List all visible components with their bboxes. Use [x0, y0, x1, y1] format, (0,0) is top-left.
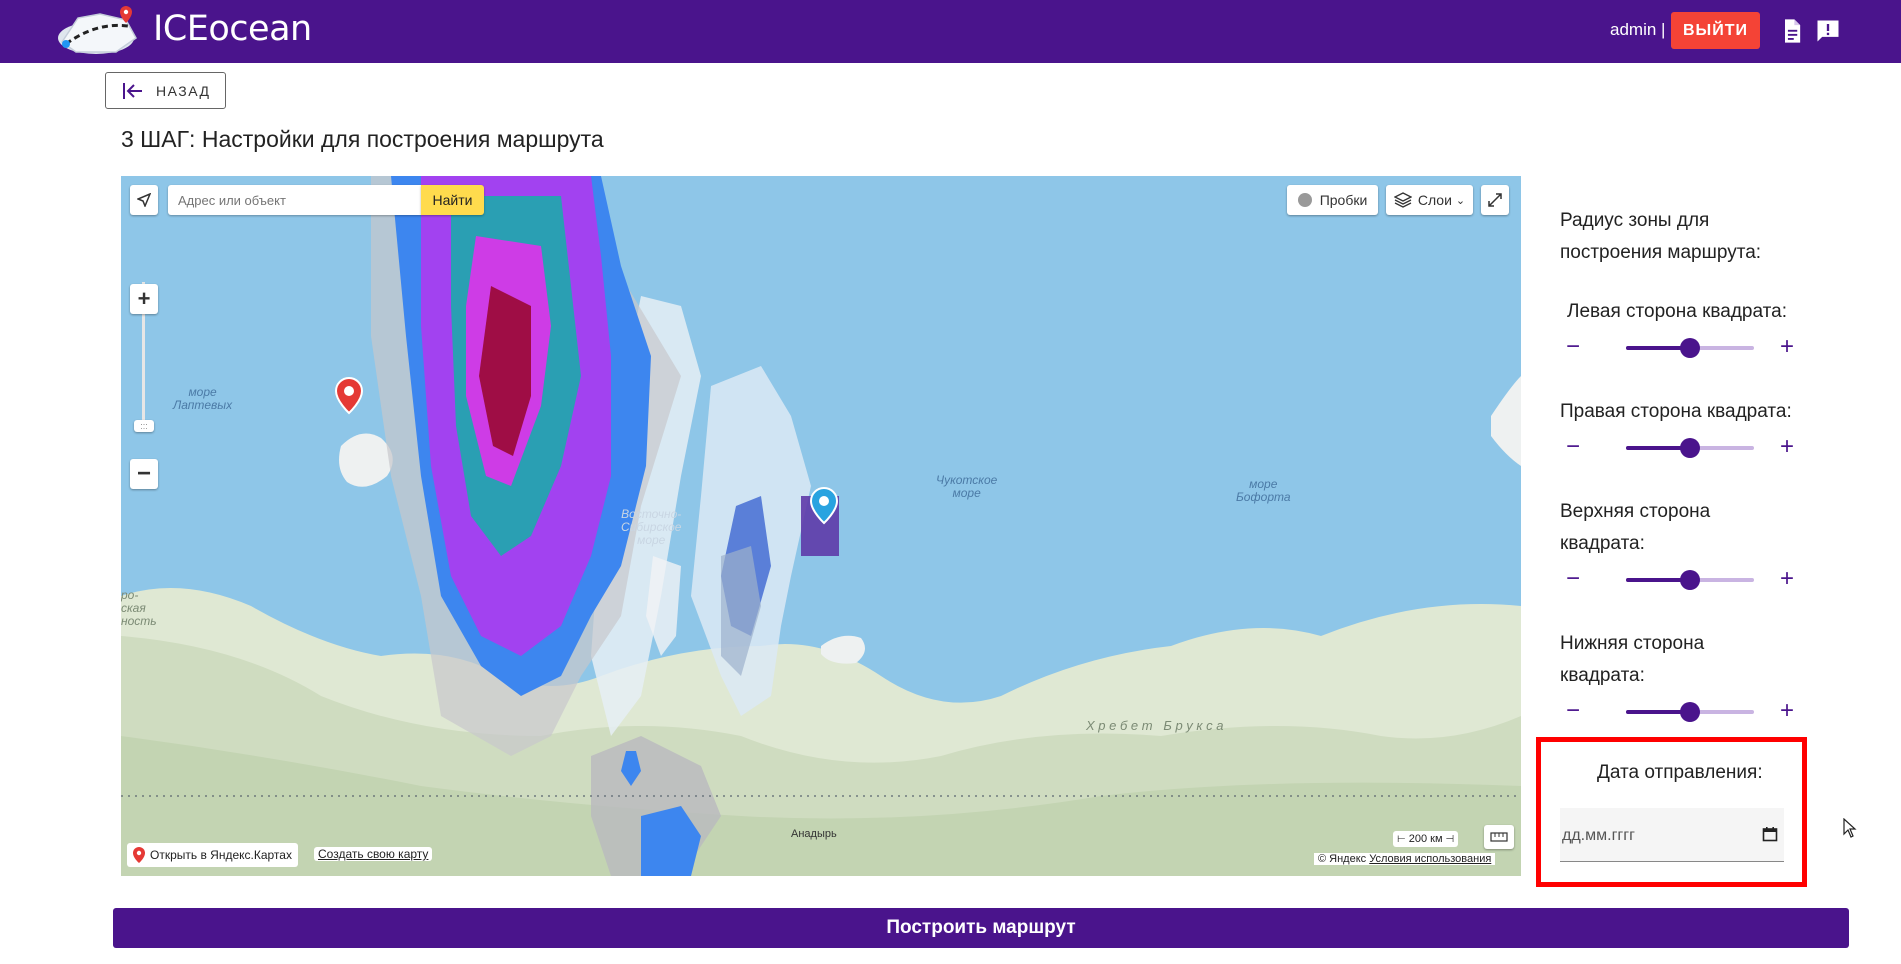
- top-side-increase-button[interactable]: +: [1774, 567, 1800, 593]
- username-label: admin |: [1610, 20, 1666, 39]
- right-side-label: Правая сторона квадрата:: [1560, 401, 1792, 422]
- build-route-button[interactable]: Построить маршрут: [113, 908, 1849, 948]
- scale-label: 200 км: [1408, 833, 1443, 845]
- left-side-increase-button[interactable]: +: [1774, 335, 1800, 361]
- bottom-side-label: Нижняя сторона квадрата:: [1560, 633, 1705, 686]
- map-label-chukchi: Чукотское море: [936, 473, 998, 500]
- left-side-slider[interactable]: − +: [1560, 333, 1810, 363]
- departure-date-label: Дата отправления:: [1597, 762, 1763, 783]
- copyright-label: © Яндекс: [1318, 853, 1367, 865]
- departure-date-input[interactable]: дд.мм.гггг: [1560, 808, 1784, 862]
- page-title: 3 ШАГ: Настройки для построения маршрута: [121, 126, 604, 152]
- open-in-yandex-label: Открыть в Яндекс.Картах: [150, 848, 292, 862]
- traffic-label: Пробки: [1319, 192, 1368, 208]
- map-label-east-siberian: Восточно- Сибирское море: [621, 507, 682, 547]
- layers-icon: [1393, 192, 1412, 208]
- left-side-thumb[interactable]: [1680, 338, 1700, 358]
- map-pin-icon: [133, 847, 145, 863]
- left-side-track[interactable]: [1626, 338, 1754, 358]
- top-side-decrease-button[interactable]: −: [1560, 567, 1586, 593]
- layers-label: Слои: [1417, 192, 1452, 208]
- geolocation-button[interactable]: [130, 185, 158, 215]
- zoom-out-button[interactable]: −: [130, 459, 158, 489]
- right-side-increase-button[interactable]: +: [1774, 435, 1800, 461]
- map-copyright: © Яндекс Условия использования: [1314, 853, 1496, 865]
- top-side-track[interactable]: [1626, 570, 1754, 590]
- feedback-icon[interactable]: [1814, 17, 1842, 45]
- map-canvas[interactable]: [121, 176, 1521, 876]
- layers-button[interactable]: Слои ⌄: [1386, 185, 1473, 215]
- map-label-left-edge: ро- ская ность: [121, 588, 157, 628]
- traffic-icon: [1297, 193, 1312, 207]
- zoom-in-button[interactable]: +: [130, 284, 158, 314]
- logout-button[interactable]: ВЫЙТИ: [1671, 12, 1760, 49]
- top-side-thumb[interactable]: [1680, 570, 1700, 590]
- geolocation-arrow-icon: [137, 193, 151, 207]
- map-label-anadyr: Анадырь: [791, 828, 837, 840]
- fullscreen-icon: [1488, 193, 1502, 207]
- map-search-input[interactable]: [168, 185, 421, 215]
- bottom-side-decrease-button[interactable]: −: [1560, 699, 1586, 725]
- map-label-beaufort: море Бофорта: [1236, 477, 1291, 504]
- right-side-decrease-button[interactable]: −: [1560, 435, 1586, 461]
- top-side-label: Верхняя сторона квадрата:: [1560, 501, 1711, 554]
- date-placeholder: дд.мм.гггг: [1562, 827, 1635, 844]
- zoom-slider-handle[interactable]: :::: [134, 420, 154, 432]
- arrow-back-icon: [123, 82, 142, 99]
- logo-icon[interactable]: [56, 4, 142, 58]
- bottom-side-thumb[interactable]: [1680, 702, 1700, 722]
- ruler-icon: [1490, 832, 1508, 842]
- terms-link[interactable]: Условия использования: [1369, 853, 1491, 865]
- scale-bar-right: ⊣: [1445, 833, 1455, 845]
- bottom-side-increase-button[interactable]: +: [1774, 699, 1800, 725]
- map-label-laptev: море Лаптевых: [173, 385, 233, 412]
- left-side-label: Левая сторона квадрата:: [1567, 301, 1787, 322]
- map-find-button[interactable]: Найти: [421, 185, 484, 215]
- right-side-thumb[interactable]: [1680, 438, 1700, 458]
- back-label: НАЗАД: [156, 82, 211, 99]
- app-title: ICEocean: [153, 9, 312, 49]
- bottom-side-track[interactable]: [1626, 702, 1754, 722]
- radius-heading: Радиус зоны для построения маршрута:: [1560, 210, 1762, 263]
- left-side-decrease-button[interactable]: −: [1560, 335, 1586, 361]
- map-scale: ⊢ 200 км ⊣: [1393, 831, 1459, 847]
- top-side-slider[interactable]: − +: [1560, 565, 1810, 595]
- bottom-side-slider[interactable]: − +: [1560, 697, 1810, 727]
- ruler-button[interactable]: [1484, 825, 1514, 849]
- fullscreen-button[interactable]: [1481, 185, 1509, 215]
- document-icon[interactable]: [1778, 17, 1806, 45]
- right-side-slider[interactable]: − +: [1560, 433, 1810, 463]
- traffic-button[interactable]: Пробки: [1287, 185, 1378, 215]
- chevron-down-icon: ⌄: [1455, 194, 1466, 207]
- right-side-track[interactable]: [1626, 438, 1754, 458]
- open-in-yandex-link[interactable]: Открыть в Яндекс.Картах: [127, 843, 298, 867]
- calendar-icon[interactable]: [1762, 826, 1778, 842]
- create-map-link[interactable]: Создать свою карту: [314, 847, 433, 861]
- scale-bar-left: ⊢: [1397, 833, 1406, 845]
- mouse-cursor-icon: [1843, 818, 1857, 838]
- map-label-brooks: Х р е б е т Б р у к с а: [1086, 718, 1224, 733]
- route-map[interactable]: море Лаптевых Восточно- Сибирское море Ч…: [121, 176, 1521, 876]
- app-header: ICEocean admin | ВЫЙТИ: [0, 0, 1901, 63]
- back-button[interactable]: НАЗАД: [105, 72, 226, 109]
